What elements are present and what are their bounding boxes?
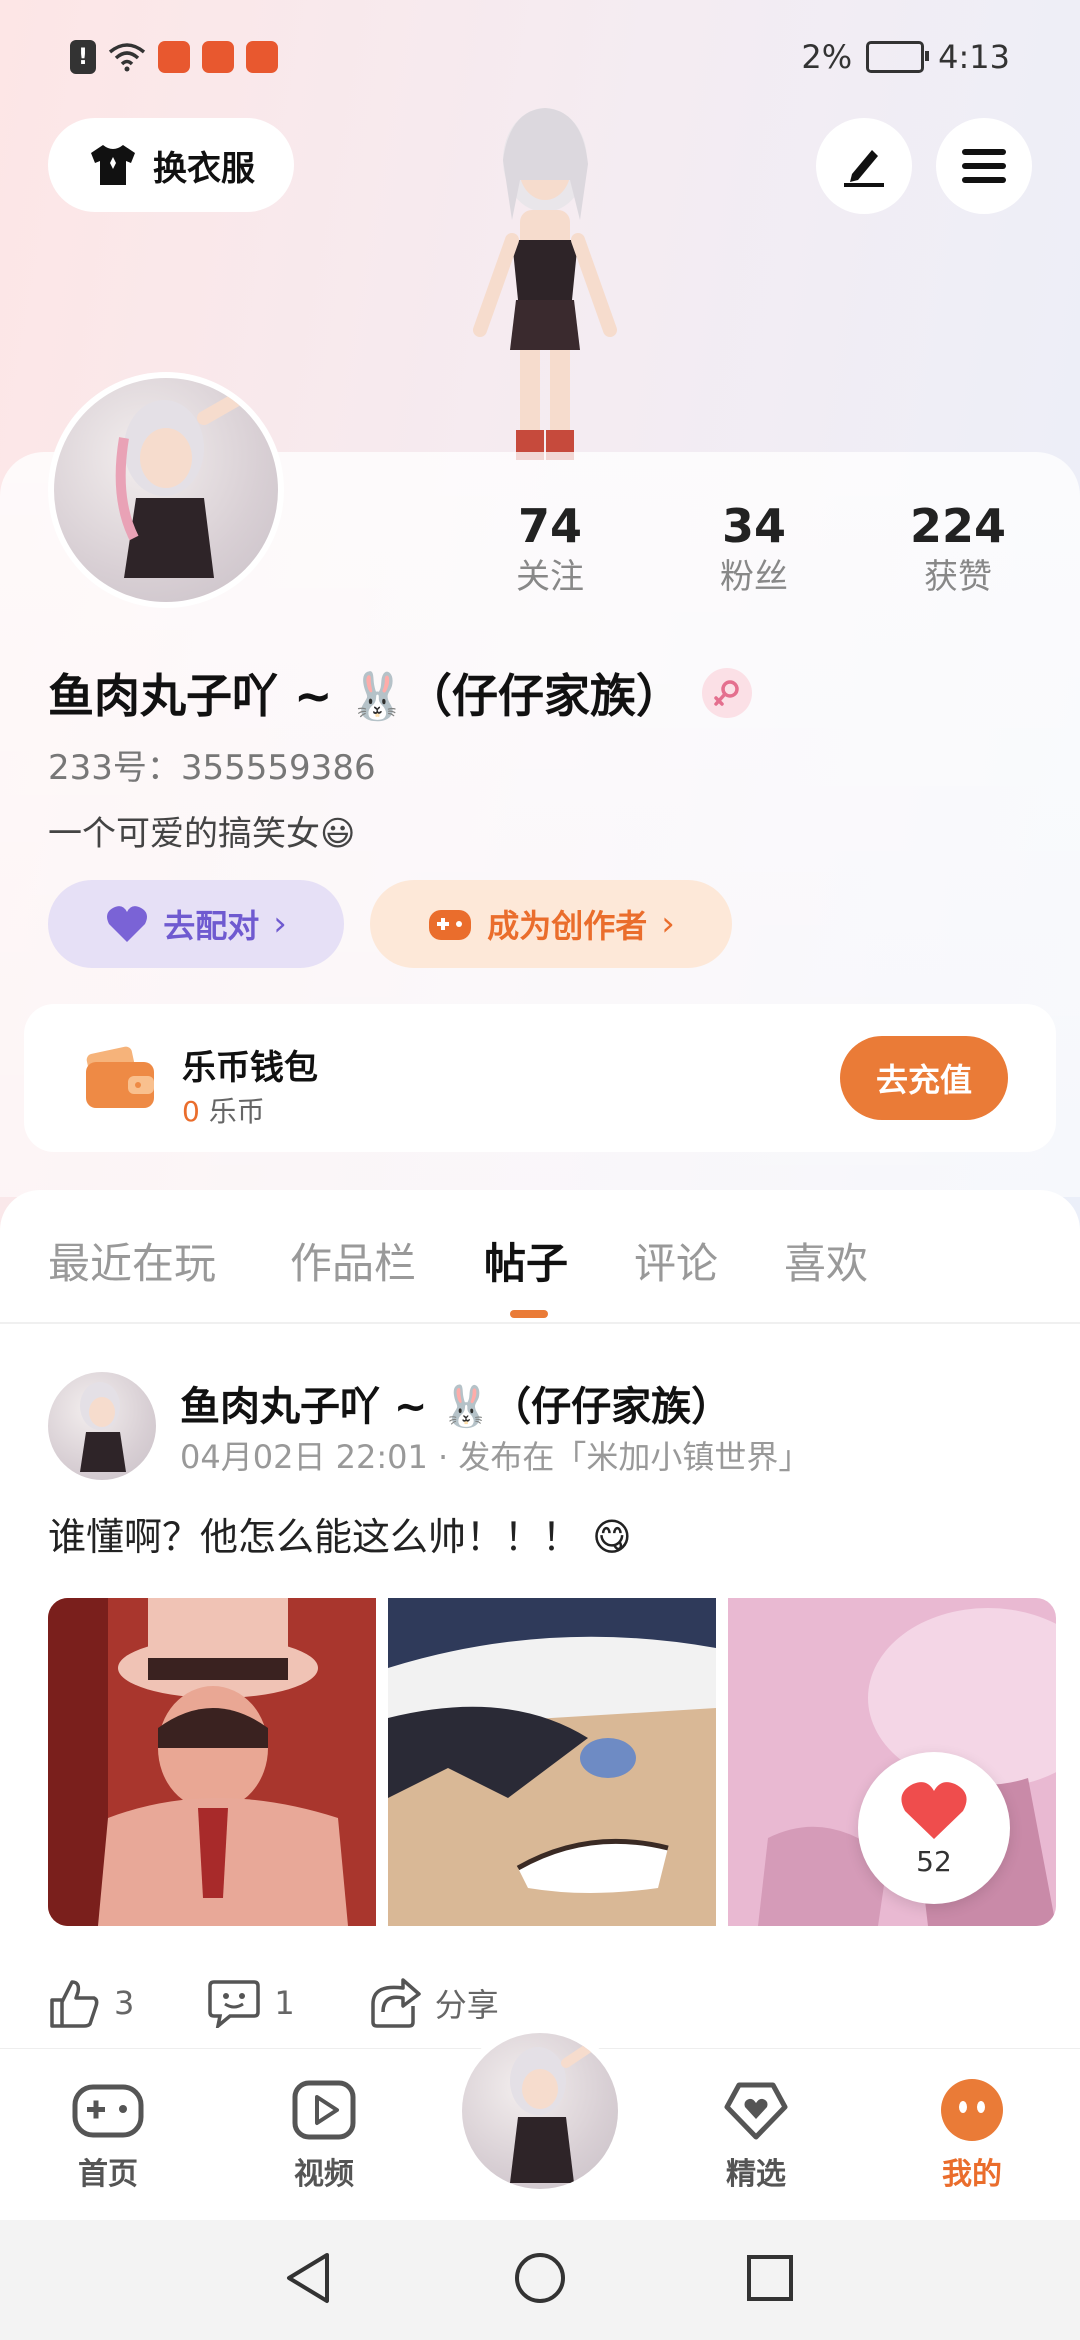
comment-action[interactable]: 1: [208, 1978, 295, 2028]
avatar-character-image[interactable]: [420, 100, 670, 460]
profile-stats: 74 关注 34 粉丝 224 获赞: [470, 498, 1070, 618]
nav-avatar-button[interactable]: [454, 2025, 626, 2197]
home-circle-icon[interactable]: [510, 2248, 570, 2308]
post-image-2[interactable]: [388, 1598, 716, 1926]
post-author-name[interactable]: 鱼肉丸子吖 ~ 🐰（仔仔家族）: [180, 1374, 731, 1432]
nav-me[interactable]: 我的: [902, 2077, 1042, 2193]
following-count: 74: [517, 499, 582, 553]
outfit-button[interactable]: 换衣服: [48, 118, 294, 212]
post-author-avatar[interactable]: [48, 1372, 156, 1480]
active-tab-indicator: [510, 1310, 548, 1318]
tab-likes[interactable]: 喜欢: [784, 1230, 868, 1291]
tab-recently-played[interactable]: 最近在玩: [48, 1230, 216, 1291]
stat-followers[interactable]: 34 粉丝: [674, 498, 834, 600]
share-action[interactable]: 分享: [369, 1978, 499, 2028]
username: 鱼肉丸子吖 ~ 🐰（仔仔家族）: [48, 669, 682, 723]
like-action[interactable]: 3: [48, 1978, 134, 2028]
app-notification-icon: [158, 41, 190, 73]
post-meta: 04月02日 22:01 · 发布在「米加小镇世界」: [180, 1438, 811, 1476]
tab-posts[interactable]: 帖子: [484, 1230, 568, 1291]
post-actions: 3 1 分享: [48, 1978, 499, 2028]
outfit-label: 换衣服: [153, 148, 255, 189]
creator-label: 成为创作者: [487, 907, 648, 945]
chevron-right-icon: ›: [273, 904, 287, 944]
battery-percent: 2%: [801, 38, 853, 76]
become-creator-button[interactable]: 成为创作者 ›: [370, 880, 732, 968]
content-panel: 最近在玩 作品栏 帖子 评论 喜欢 鱼肉丸子吖 ~ 🐰（仔仔家族） 04月02日…: [0, 1190, 1080, 2090]
heart-icon: [107, 906, 148, 942]
stat-following[interactable]: 74 关注: [470, 498, 630, 600]
recharge-button[interactable]: 去充值: [840, 1036, 1008, 1120]
app-notification-icon: [202, 41, 234, 73]
tab-works[interactable]: 作品栏: [290, 1230, 416, 1291]
bottom-navigation: 首页 视频 精选 我的: [0, 2025, 1080, 2221]
like-count: 3: [114, 1984, 135, 2022]
wallet-balance: 0 乐币: [182, 1090, 265, 1130]
user-bio: 一个可爱的搞笑女😃: [48, 814, 356, 854]
nav-home[interactable]: 首页: [38, 2077, 178, 2193]
following-label: 关注: [516, 557, 584, 597]
app-notification-icon: [246, 41, 278, 73]
profile-page: ! 2% 4:13 换衣服 74 关注 34 粉丝 224 获赞 鱼肉丸子吖 ~…: [0, 0, 1080, 2340]
hamburger-menu-icon: [962, 149, 1006, 183]
alert-icon: !: [70, 40, 96, 74]
wallet-icon: [86, 1046, 154, 1108]
gamepad-plus-icon: [429, 910, 472, 940]
post-image-1[interactable]: [48, 1598, 376, 1926]
face-icon: [935, 2077, 1009, 2143]
wallet-card[interactable]: 乐币钱包 0 乐币 去充值: [24, 1004, 1056, 1152]
nav-video[interactable]: 视频: [254, 2077, 394, 2193]
like-bubble-count: 52: [916, 1844, 952, 1878]
wallet-unit: 乐币: [208, 1095, 265, 1128]
share-label: 分享: [434, 1986, 499, 2024]
clock: 4:13: [938, 38, 1010, 76]
menu-button[interactable]: [936, 118, 1032, 214]
profile-tabs: 最近在玩 作品栏 帖子 评论 喜欢: [0, 1190, 1080, 1324]
nav-video-label: 视频: [294, 2157, 354, 2192]
followers-count: 34: [721, 499, 786, 553]
back-icon[interactable]: [278, 2248, 338, 2308]
pair-label: 去配对: [163, 907, 260, 945]
heart-shield-icon: [719, 2077, 793, 2143]
gamepad-icon: [71, 2077, 145, 2143]
status-right: 2% 4:13: [801, 38, 1010, 76]
username-row: 鱼肉丸子吖 ~ 🐰（仔仔家族）: [48, 660, 752, 726]
share-icon: [370, 1978, 421, 2028]
nav-me-label: 我的: [942, 2157, 1002, 2192]
nav-avatar-image: [462, 2033, 618, 2189]
pair-button[interactable]: 去配对 ›: [48, 880, 344, 968]
likes-count: 224: [909, 499, 1007, 553]
pencil-icon: [844, 150, 884, 187]
female-gender-icon: [701, 668, 752, 718]
comment-count: 1: [274, 1984, 295, 2022]
user-id: 233号：355559386: [48, 748, 376, 788]
followers-label: 粉丝: [720, 557, 788, 597]
nav-featured[interactable]: 精选: [686, 2077, 826, 2193]
thumbs-up-icon: [50, 1980, 99, 2028]
play-icon: [287, 2077, 361, 2143]
chevron-right-icon: ›: [661, 904, 675, 944]
stat-likes[interactable]: 224 获赞: [878, 498, 1038, 600]
wallet-balance-value: 0: [182, 1095, 200, 1128]
edit-profile-button[interactable]: [816, 118, 912, 214]
avatar-image: [54, 378, 278, 602]
wallet-title: 乐币钱包: [182, 1048, 318, 1088]
system-navigation-bar: [0, 2220, 1080, 2340]
status-left-icons: !: [70, 40, 278, 74]
nav-home-label: 首页: [78, 2157, 138, 2192]
likes-label: 获赞: [924, 557, 992, 597]
like-reaction-bubble[interactable]: 52: [858, 1752, 1010, 1904]
battery-icon: [866, 41, 930, 73]
red-heart-icon: [901, 1781, 967, 1839]
recents-square-icon[interactable]: [740, 2248, 800, 2308]
nav-featured-label: 精选: [726, 2157, 786, 2192]
tshirt-icon: [91, 145, 135, 185]
tab-comments[interactable]: 评论: [634, 1230, 718, 1291]
post-text: 谁懂啊？他怎么能这么帅！！！ 😋: [48, 1515, 632, 1559]
comment-icon: [208, 1980, 261, 2028]
profile-avatar[interactable]: [48, 372, 284, 608]
wifi-icon: [108, 43, 146, 72]
